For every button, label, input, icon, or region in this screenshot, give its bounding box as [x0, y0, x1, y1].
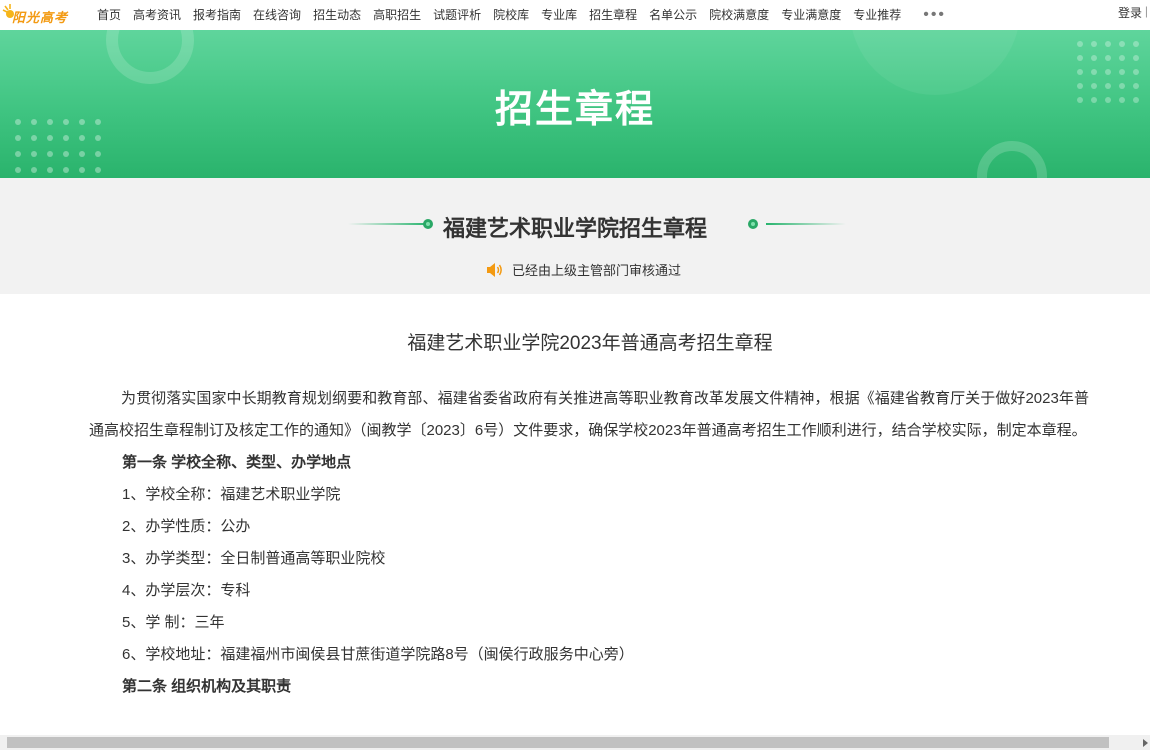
nav-item[interactable]: 招生章程 — [583, 5, 643, 25]
verified-text: 已经由上级主管部门审核通过 — [512, 263, 682, 278]
decor-dot — [1105, 41, 1111, 47]
decor-dot — [47, 167, 53, 173]
nav-item[interactable]: 高考资讯 — [127, 5, 187, 25]
decor-dot — [1077, 41, 1083, 47]
decor-dot — [95, 151, 101, 157]
nav-separator: | — [1144, 4, 1148, 18]
document-body: 福建艺术职业学院2023年普通高考招生章程 为贯彻落实国家中长期教育规划纲要和教… — [89, 294, 1089, 736]
site-logo[interactable]: 阳光高考 — [2, 2, 74, 26]
decor-dot — [1119, 41, 1125, 47]
nav-item[interactable]: 名单公示 — [643, 5, 703, 25]
nav-item[interactable]: 院校满意度 — [703, 5, 775, 25]
decor-dot — [1105, 55, 1111, 61]
scrollbar-thumb[interactable] — [7, 737, 1109, 748]
nav-item[interactable]: 专业推荐 — [847, 5, 907, 25]
decor-dot — [47, 151, 53, 157]
logo-text: 阳光高考 — [12, 10, 69, 25]
school-title: 福建艺术职业学院招生章程 — [442, 216, 707, 241]
list-item: 6、学校地址：福建福州市闽侯县甘蔗街道学院路8号（闽侯行政服务中心旁） — [122, 646, 634, 663]
decor-dot — [1133, 55, 1139, 61]
decor-dot — [1077, 69, 1083, 75]
decor-dot — [15, 167, 21, 173]
intro-paragraph: 为贯彻落实国家中长期教育规划纲要和教育部、福建省委省政府有关推进高等职业教育改革… — [89, 390, 1089, 439]
list-item: 1、学校全称：福建艺术职业学院 — [122, 486, 341, 503]
nav-item[interactable]: 招生动态 — [307, 5, 367, 25]
nav-item[interactable]: 首页 — [91, 5, 127, 25]
decor-dot — [31, 167, 37, 173]
horizontal-scrollbar[interactable] — [0, 735, 1150, 750]
list-item: 4、办学层次：专科 — [122, 582, 251, 599]
article-heading: 第二条 组织机构及其职责 — [122, 678, 292, 695]
decor-dot — [1133, 41, 1139, 47]
decor-dot — [1091, 55, 1097, 61]
title-decor-dot-right — [748, 219, 758, 229]
decor-dot — [1119, 55, 1125, 61]
decor-dot — [31, 135, 37, 141]
nav-item[interactable]: 试题评析 — [427, 5, 487, 25]
nav-item[interactable]: 专业库 — [535, 5, 583, 25]
top-nav: 阳光高考 首页 高考资讯 报考指南 在线咨询 招生动态 高职招生 试题评析 院校库 专业库 招生章… — [0, 0, 1150, 30]
decor-dot — [31, 151, 37, 157]
decor-dot — [1077, 55, 1083, 61]
decor-dot — [95, 167, 101, 173]
decor-dot — [95, 135, 101, 141]
decor-dot — [15, 151, 21, 157]
decor-dot — [1105, 69, 1111, 75]
list-item: 2、办学性质：公办 — [122, 518, 251, 535]
decor-dot — [63, 167, 69, 173]
decor-dot — [63, 151, 69, 157]
scroll-right-arrow-icon[interactable] — [1143, 739, 1148, 747]
page-banner: 招生章程 — [0, 30, 1150, 178]
decor-dot — [79, 151, 85, 157]
decor-dot — [47, 135, 53, 141]
nav-item[interactable]: 报考指南 — [187, 5, 247, 25]
decor-dot — [1119, 69, 1125, 75]
decor-dot — [1133, 69, 1139, 75]
more-menu-icon[interactable]: ••• — [923, 5, 946, 25]
decor-dot — [1091, 69, 1097, 75]
decor-dot — [15, 135, 21, 141]
verified-notice: 已经由上级主管部门审核通过 — [486, 260, 681, 279]
nav-item[interactable]: 院校库 — [487, 5, 535, 25]
main-nav: 首页 高考资讯 报考指南 在线咨询 招生动态 高职招生 试题评析 院校库 专业库 招生章程 名单公示… — [91, 0, 946, 30]
banner-title: 招生章程 — [494, 87, 655, 131]
decor-dot — [79, 167, 85, 173]
title-decor-line-right — [766, 223, 846, 225]
decor-dot — [1091, 41, 1097, 47]
list-item: 3、办学类型：全日制普通高等职业院校 — [122, 550, 386, 567]
article-heading: 第一条 学校全称、类型、办学地点 — [122, 454, 352, 471]
decor-dot — [79, 135, 85, 141]
decor-dot — [63, 135, 69, 141]
document-title: 福建艺术职业学院2023年普通高考招生章程 — [407, 333, 773, 354]
nav-item[interactable]: 在线咨询 — [247, 5, 307, 25]
school-header: 福建艺术职业学院招生章程 已经由上级主管部门审核通过 — [0, 178, 1150, 294]
list-item: 5、学 制：三年 — [122, 614, 225, 631]
nav-item[interactable]: 高职招生 — [367, 5, 427, 25]
school-info-list: 1、学校全称：福建艺术职业学院 2、办学性质：公办 3、办学类型：全日制普通高等职业… — [89, 479, 1089, 671]
login-link[interactable]: 登录 — [1118, 4, 1142, 21]
speaker-icon — [487, 262, 502, 277]
nav-item[interactable]: 专业满意度 — [775, 5, 847, 25]
